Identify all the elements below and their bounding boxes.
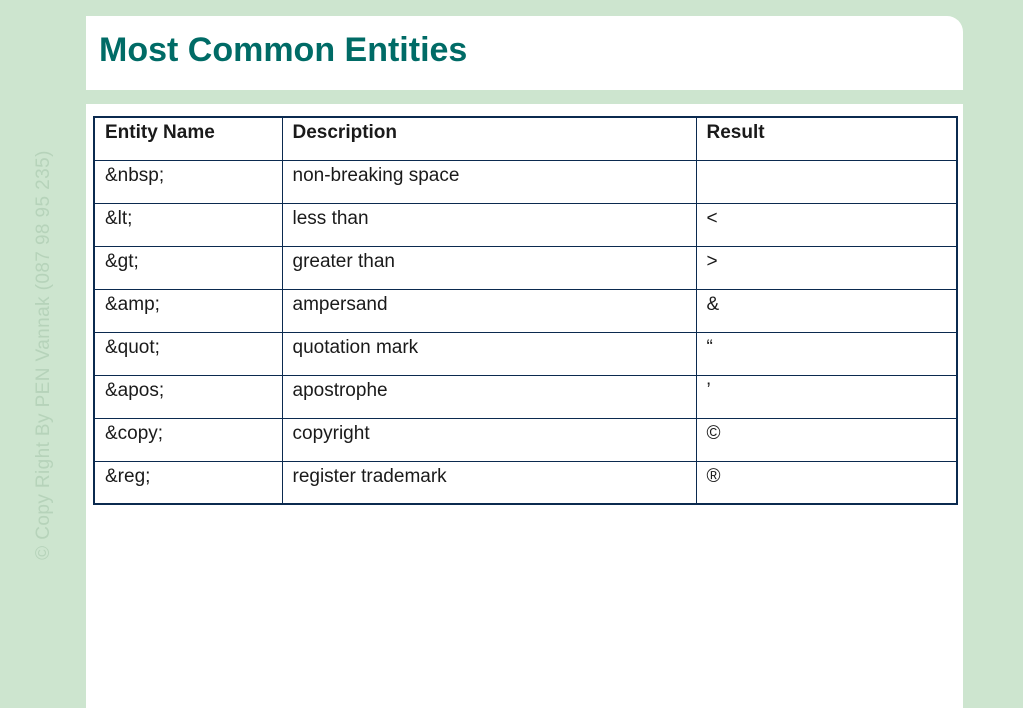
entity-name-text: &reg;	[105, 465, 151, 487]
entity-name-text: &nbsp;	[105, 164, 165, 186]
entity-name-cell: &nbsp;	[93, 159, 283, 204]
result-text: >	[706, 250, 718, 272]
result-text: ©	[706, 422, 721, 444]
table-row: &reg; register trademark ®	[93, 460, 958, 505]
result-text: “	[706, 336, 713, 358]
table-row: &quot; quotation mark “	[93, 331, 958, 376]
result-cell: &	[695, 288, 958, 333]
entity-name-cell: &quot;	[93, 331, 283, 376]
description-cell: quotation mark	[281, 331, 697, 376]
result-text: ®	[706, 465, 721, 487]
description-text: ampersand	[292, 293, 388, 315]
entity-name-text: &copy;	[105, 422, 164, 444]
result-cell: “	[695, 331, 958, 376]
result-cell	[695, 159, 958, 204]
description-text: copyright	[292, 422, 370, 444]
header-entity-name-label: Entity Name	[105, 122, 215, 143]
result-cell: >	[695, 245, 958, 290]
header-result-label: Result	[706, 122, 765, 143]
entity-name-cell: &reg;	[93, 460, 283, 505]
description-cell: register trademark	[281, 460, 697, 505]
result-cell: ’	[695, 374, 958, 419]
entities-table: Entity Name Description Result &nbsp; no…	[93, 116, 958, 505]
entity-name-cell: &lt;	[93, 202, 283, 247]
entity-name-cell: &amp;	[93, 288, 283, 333]
description-cell: apostrophe	[281, 374, 697, 419]
description-cell: copyright	[281, 417, 697, 462]
result-text: <	[706, 207, 718, 229]
header-result: Result	[695, 116, 958, 161]
table-row: &nbsp; non-breaking space	[93, 159, 958, 204]
description-cell: ampersand	[281, 288, 697, 333]
entity-name-cell: &copy;	[93, 417, 283, 462]
table-row: &amp; ampersand &	[93, 288, 958, 333]
header-description: Description	[281, 116, 697, 161]
title-panel: Most Common Entities	[86, 16, 963, 90]
result-cell: ©	[695, 417, 958, 462]
slide-title: Most Common Entities	[99, 31, 468, 69]
table-row: &copy; copyright ©	[93, 417, 958, 462]
entity-name-cell: &gt;	[93, 245, 283, 290]
entity-name-text: &quot;	[105, 336, 160, 358]
entity-name-cell: &apos;	[93, 374, 283, 419]
result-cell: <	[695, 202, 958, 247]
description-text: apostrophe	[292, 379, 388, 401]
result-text: &	[706, 293, 720, 315]
description-text: less than	[292, 207, 369, 229]
table-header-row: Entity Name Description Result	[93, 116, 958, 161]
header-description-label: Description	[292, 122, 398, 143]
copyright-watermark: © Copy Right By PEN Vannak (087 98 95 23…	[33, 150, 54, 560]
result-text: ’	[706, 379, 711, 401]
entity-name-text: &gt;	[105, 250, 139, 272]
description-cell: less than	[281, 202, 697, 247]
entity-name-text: &lt;	[105, 207, 133, 229]
table-row: &apos; apostrophe ’	[93, 374, 958, 419]
header-entity-name: Entity Name	[93, 116, 283, 161]
description-cell: non-breaking space	[281, 159, 697, 204]
table-row: &lt; less than <	[93, 202, 958, 247]
entity-name-text: &apos;	[105, 379, 165, 401]
entity-name-text: &amp;	[105, 293, 160, 315]
description-text: quotation mark	[292, 336, 419, 358]
description-text: register trademark	[292, 465, 447, 487]
description-text: greater than	[292, 250, 395, 272]
result-cell: ®	[695, 460, 958, 505]
description-cell: greater than	[281, 245, 697, 290]
table-row: &gt; greater than >	[93, 245, 958, 290]
description-text: non-breaking space	[292, 164, 460, 186]
